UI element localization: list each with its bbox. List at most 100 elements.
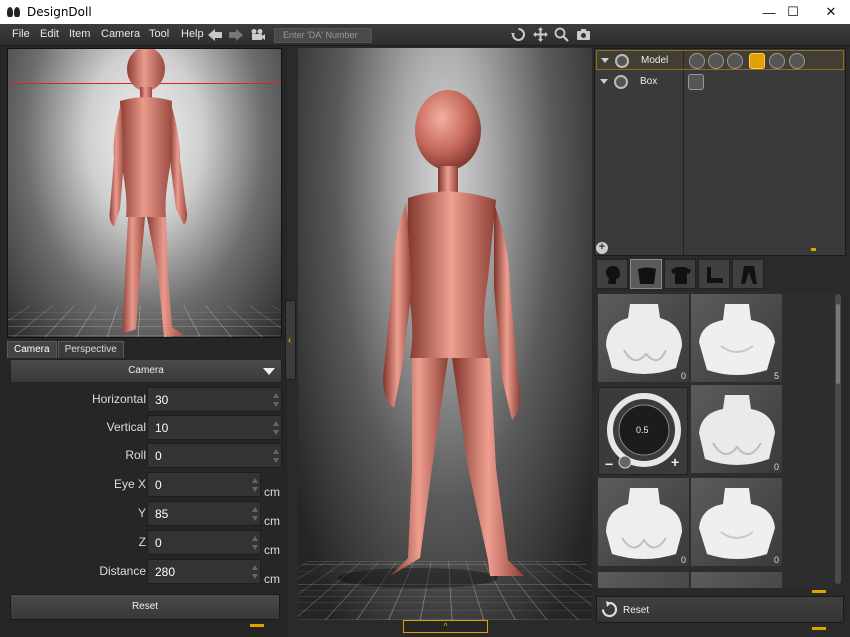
tree-item-model[interactable]: Model bbox=[596, 50, 844, 70]
preview-viewport[interactable] bbox=[7, 48, 282, 338]
expand-triangle-icon[interactable] bbox=[601, 58, 609, 63]
size-dial[interactable]: 0.5 − + bbox=[598, 387, 688, 475]
vertical-input[interactable]: 10 bbox=[147, 415, 282, 440]
zoom-handle-icon[interactable] bbox=[727, 53, 743, 69]
unit-label: cm bbox=[264, 543, 280, 557]
spinner-icon[interactable] bbox=[273, 447, 279, 465]
camera-recorder-icon[interactable] bbox=[250, 28, 266, 42]
item-scroll-indicator[interactable] bbox=[812, 590, 826, 593]
item-tile[interactable]: 0 bbox=[691, 385, 782, 473]
menu-camera[interactable]: Camera bbox=[101, 28, 140, 40]
forward-arrow-icon[interactable] bbox=[228, 28, 244, 42]
z-input[interactable]: 0 bbox=[147, 530, 261, 555]
menu-edit[interactable]: Edit bbox=[40, 28, 59, 40]
scroll-indicator[interactable] bbox=[250, 624, 264, 627]
rotate-view-icon[interactable] bbox=[511, 27, 526, 42]
item-reset-button[interactable]: Reset bbox=[596, 596, 844, 623]
torso-thumbnail bbox=[699, 304, 775, 375]
visibility-icon[interactable] bbox=[614, 75, 628, 89]
tab-perspective[interactable]: Perspective bbox=[57, 341, 124, 358]
zoom-view-icon[interactable] bbox=[554, 27, 569, 42]
horizontal-input[interactable]: 30 bbox=[147, 387, 282, 412]
window-title: DesignDoll bbox=[27, 5, 92, 19]
menu-help[interactable]: Help bbox=[181, 28, 204, 40]
plus-icon[interactable]: + bbox=[671, 454, 679, 470]
camera-dropdown[interactable]: Camera bbox=[10, 359, 282, 383]
param-label: Roll bbox=[125, 448, 146, 462]
pose-hands-icon[interactable] bbox=[769, 53, 785, 69]
expand-triangle-icon[interactable] bbox=[600, 79, 608, 84]
tab-upper-body[interactable] bbox=[630, 259, 662, 289]
tab-arm[interactable] bbox=[698, 259, 730, 289]
back-arrow-icon[interactable] bbox=[207, 28, 223, 42]
item-tile[interactable]: 5 bbox=[691, 294, 782, 382]
minus-icon[interactable]: − bbox=[605, 456, 613, 472]
pose-feet-icon[interactable] bbox=[789, 53, 805, 69]
screenshot-camera-icon[interactable] bbox=[576, 27, 591, 42]
param-value: 0 bbox=[155, 478, 162, 492]
tab-legs[interactable] bbox=[732, 259, 764, 289]
distance-input[interactable]: 280 bbox=[147, 559, 261, 584]
item-tile[interactable]: 0 bbox=[691, 478, 782, 566]
pan-view-icon[interactable] bbox=[533, 27, 548, 42]
tab-camera[interactable]: Camera bbox=[7, 341, 57, 358]
unit-label: cm bbox=[264, 485, 280, 499]
unit-label: cm bbox=[264, 572, 280, 586]
da-number-input[interactable]: Enter 'DA' Number bbox=[274, 28, 372, 43]
spinner-icon[interactable] bbox=[273, 391, 279, 409]
tree-scroll-indicator[interactable] bbox=[811, 248, 816, 251]
scrollbar-thumb[interactable] bbox=[836, 304, 840, 384]
main-viewport[interactable] bbox=[298, 48, 592, 620]
item-tile[interactable] bbox=[691, 572, 782, 588]
item-tile[interactable] bbox=[598, 572, 689, 588]
spinner-icon[interactable] bbox=[273, 419, 279, 437]
visibility-icon[interactable] bbox=[615, 54, 629, 68]
param-value: 0 bbox=[155, 449, 162, 463]
tree-item-label: Model bbox=[641, 55, 669, 66]
y-input[interactable]: 85 bbox=[147, 501, 261, 526]
unit-label: cm bbox=[264, 514, 280, 528]
chevron-up-icon: ^ bbox=[443, 621, 448, 631]
item-count: 0 bbox=[773, 462, 779, 472]
bottom-scroll-indicator[interactable] bbox=[812, 627, 826, 630]
eye-x-input[interactable]: 0 bbox=[147, 472, 261, 497]
spinner-icon[interactable] bbox=[252, 534, 258, 552]
param-label: Distance bbox=[99, 564, 146, 578]
spinner-icon[interactable] bbox=[252, 505, 258, 523]
param-value: 30 bbox=[155, 393, 169, 407]
shirt-icon bbox=[671, 267, 691, 284]
item-tile[interactable]: 0 bbox=[598, 478, 689, 566]
camera-reset-button[interactable]: Reset bbox=[10, 594, 280, 620]
tree-item-box[interactable]: Box bbox=[596, 72, 844, 92]
move-handle-icon[interactable] bbox=[689, 53, 705, 69]
param-label: Y bbox=[137, 506, 146, 520]
tab-head[interactable] bbox=[596, 259, 628, 289]
param-value: 280 bbox=[155, 565, 176, 579]
torso-thumbnail bbox=[606, 304, 682, 374]
tab-shirt[interactable] bbox=[664, 259, 696, 289]
spinner-icon[interactable] bbox=[252, 563, 258, 581]
panel-splitter[interactable]: ‹ bbox=[285, 300, 296, 380]
menu-file[interactable]: File bbox=[12, 28, 30, 40]
torso-icon bbox=[638, 267, 656, 284]
spinner-icon[interactable] bbox=[252, 476, 258, 494]
arm-icon bbox=[707, 267, 723, 283]
menu-item[interactable]: Item bbox=[69, 28, 90, 40]
rotate-handle-icon[interactable] bbox=[708, 53, 724, 69]
box-cube-icon[interactable] bbox=[688, 74, 704, 90]
param-label: Vertical bbox=[106, 420, 146, 434]
item-grid-scrollbar[interactable] bbox=[835, 294, 841, 584]
item-tile[interactable]: 0 bbox=[598, 294, 689, 382]
close-button[interactable]: ✕ bbox=[808, 0, 850, 24]
title-bar: DesignDoll — ☐ ✕ bbox=[0, 0, 850, 24]
timeline-toggle[interactable]: ^ bbox=[403, 620, 488, 633]
torso-thumbnail bbox=[606, 488, 682, 559]
param-distance: Distance 280 cm bbox=[10, 558, 282, 586]
select-hand-icon[interactable] bbox=[749, 53, 765, 69]
param-label: Horizontal bbox=[91, 392, 146, 406]
menu-tool[interactable]: Tool bbox=[149, 28, 169, 40]
roll-input[interactable]: 0 bbox=[147, 443, 282, 468]
add-item-icon[interactable]: + bbox=[596, 242, 608, 254]
param-y: Y 85 cm bbox=[10, 500, 282, 528]
param-value: 85 bbox=[155, 507, 169, 521]
